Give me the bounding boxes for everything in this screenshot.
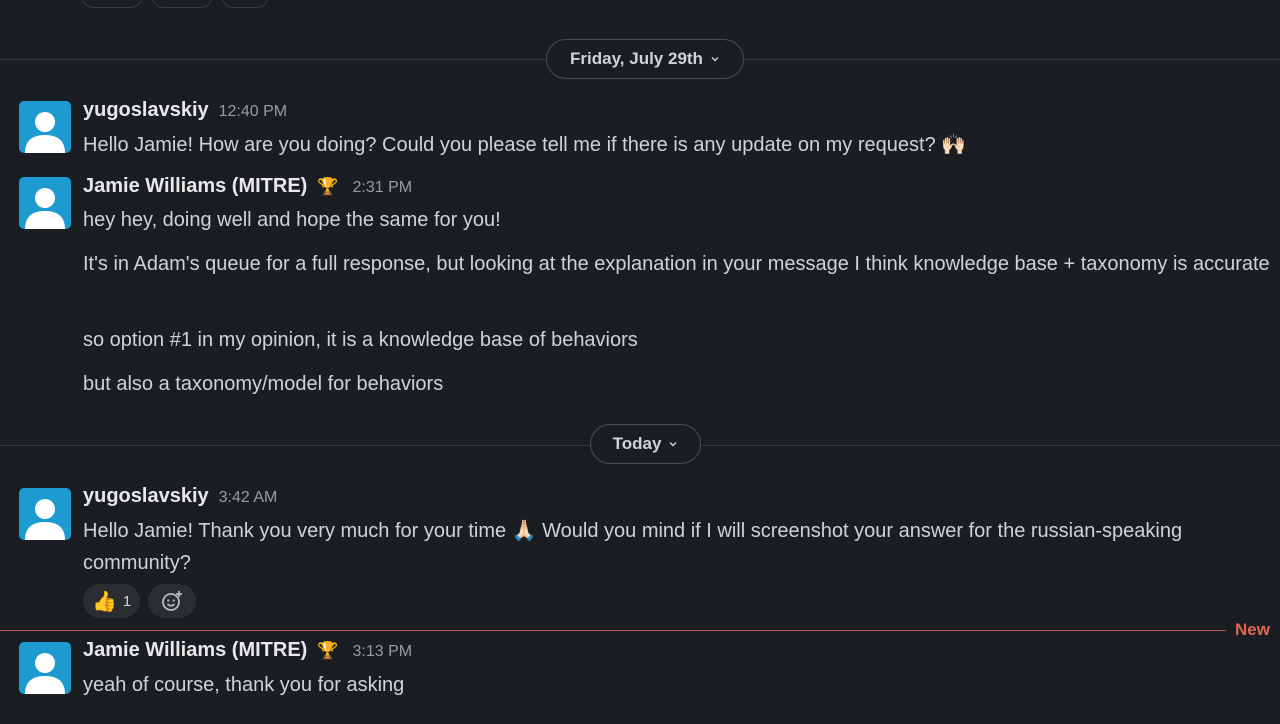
message-text: It's in Adam's queue for a full response… [83, 253, 1270, 275]
avatar[interactable] [19, 177, 71, 229]
user-avatar-icon [25, 188, 65, 229]
trophy-icon: 🏆 [317, 641, 339, 660]
message-header: yugoslavskiy 12:40 PM [83, 99, 287, 122]
reactions-bar: 👍 1 [83, 584, 197, 618]
date-divider-today[interactable]: Today [590, 424, 701, 464]
reaction-pill[interactable] [222, 0, 268, 8]
avatar[interactable] [19, 488, 71, 540]
new-messages-line [0, 630, 1226, 631]
message-text: but also a taxonomy/model for behaviors [83, 373, 444, 395]
author-name[interactable]: Jamie Williams (MITRE) [83, 175, 307, 198]
trophy-icon: 🏆 [317, 177, 339, 196]
add-reaction-button[interactable] [148, 584, 197, 618]
author-name[interactable]: yugoslavskiy [83, 99, 209, 122]
avatar[interactable] [19, 101, 71, 153]
timestamp[interactable]: 3:13 PM [353, 643, 413, 661]
chevron-down-icon [711, 57, 719, 62]
message-text: Hello Jamie! How are you doing? Could yo… [83, 134, 967, 156]
avatar[interactable] [19, 642, 71, 694]
timestamp[interactable]: 12:40 PM [219, 103, 287, 121]
message-text: so option #1 in my opinion, it is a know… [83, 329, 638, 351]
author-name[interactable]: Jamie Williams (MITRE) [83, 639, 307, 662]
message-header: Jamie Williams (MITRE) 🏆 3:13 PM [83, 639, 412, 662]
message-text: yeah of course, thank you for asking [83, 674, 405, 696]
new-messages-label: New [1235, 620, 1270, 639]
user-avatar-icon [25, 653, 65, 694]
message-text: hey hey, doing well and hope the same fo… [83, 209, 501, 231]
date-label: Friday, July 29th [570, 49, 703, 68]
user-avatar-icon [25, 112, 65, 153]
message-text: Hello Jamie! Thank you very much for you… [83, 520, 1183, 574]
timestamp[interactable]: 2:31 PM [353, 179, 413, 197]
reaction-pill[interactable] [82, 0, 142, 8]
message-header: yugoslavskiy 3:42 AM [83, 485, 277, 508]
reaction-thumbs-up[interactable]: 👍 1 [83, 584, 141, 618]
previous-reactions [82, 0, 268, 8]
reaction-count: 1 [122, 592, 132, 610]
thumbs-up-icon: 👍 [92, 589, 117, 613]
message-header: Jamie Williams (MITRE) 🏆 2:31 PM [83, 175, 412, 198]
reaction-pill[interactable] [152, 0, 212, 8]
add-emoji-icon [162, 591, 183, 611]
timestamp[interactable]: 3:42 AM [219, 489, 278, 507]
chevron-down-icon [669, 442, 677, 447]
date-label: Today [612, 434, 662, 453]
author-name[interactable]: yugoslavskiy [83, 485, 209, 508]
date-divider-friday[interactable]: Friday, July 29th [546, 39, 744, 79]
user-avatar-icon [25, 499, 65, 540]
